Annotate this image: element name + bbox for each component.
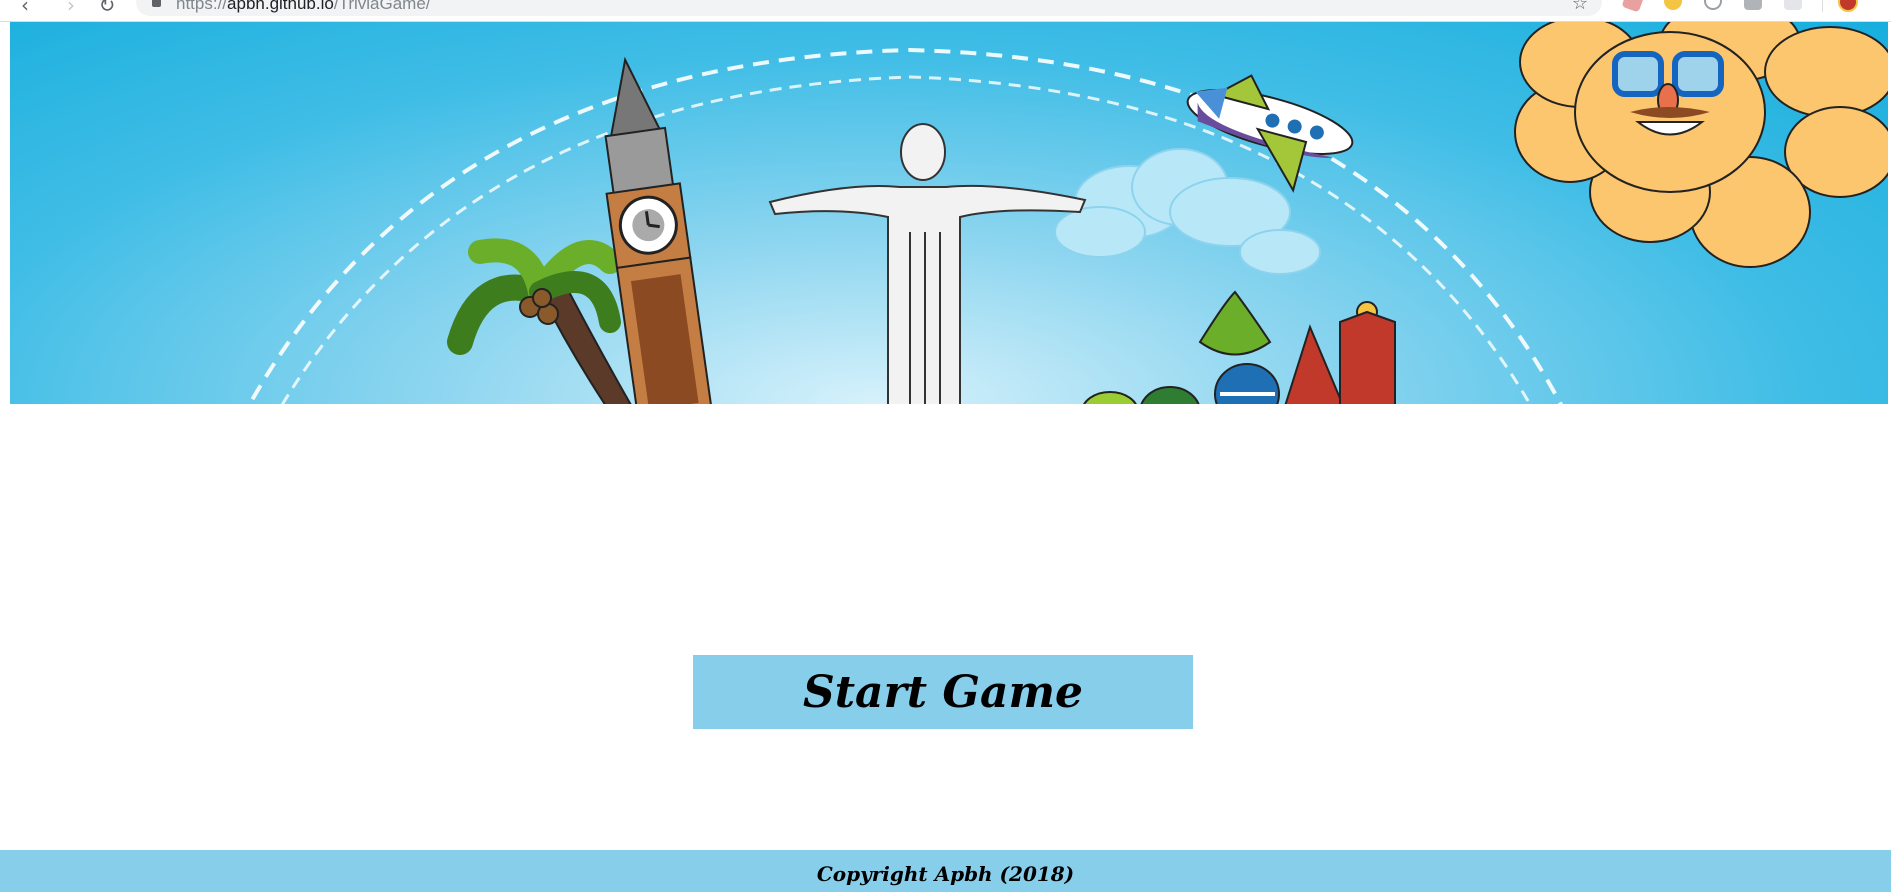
copyright-text: Copyright Apbh (2018) [816, 862, 1075, 886]
toolbar-divider [1822, 0, 1823, 12]
address-bar[interactable]: https://apbh.github.io/TriviaGame/ ☆ [136, 0, 1602, 16]
statue-graphic [768, 123, 1087, 404]
lock-icon [152, 0, 161, 7]
sun-character-graphic [1514, 22, 1888, 268]
reload-icon[interactable]: ↻ [96, 0, 118, 16]
url-text: https://apbh.github.io/TriviaGame/ [176, 0, 431, 13]
extension-icon[interactable] [1784, 0, 1802, 10]
cathedral-graphic [1083, 290, 1396, 404]
bookmark-star-icon[interactable]: ☆ [1572, 0, 1588, 14]
travel-banner-image [10, 22, 1888, 404]
extension-icon[interactable] [1621, 0, 1645, 13]
back-arrow-icon[interactable]: ‹ [14, 0, 36, 16]
footer: Copyright Apbh (2018) [0, 850, 1891, 892]
profile-avatar[interactable] [1838, 0, 1858, 12]
extension-icon[interactable] [1664, 0, 1682, 10]
extension-icon[interactable] [1744, 0, 1762, 10]
extension-icon[interactable] [1704, 0, 1722, 10]
start-game-button[interactable]: Start Game [693, 655, 1193, 729]
forward-arrow-icon[interactable]: › [60, 0, 82, 16]
browser-toolbar: ‹ › ↻ https://apbh.github.io/TriviaGame/… [0, 0, 1891, 22]
palm-tree-graphic [447, 238, 632, 404]
